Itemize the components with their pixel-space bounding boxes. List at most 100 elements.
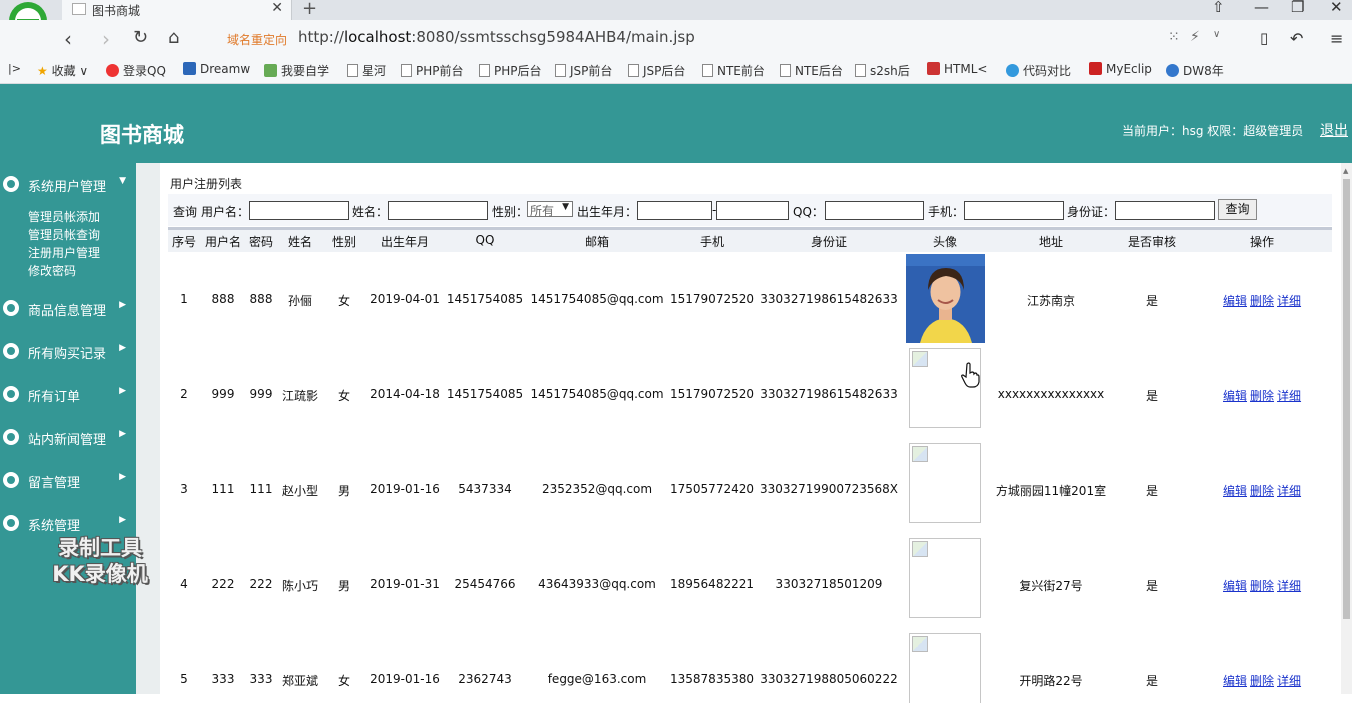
bookmark-jsp-front[interactable]: JSP前台: [555, 62, 612, 79]
cell-password: 333: [249, 672, 273, 686]
restore-icon[interactable]: ❐: [1291, 0, 1304, 16]
gender-select-value: 所有: [530, 204, 555, 218]
forward-icon[interactable]: ›: [102, 27, 110, 51]
delete-link[interactable]: 删除: [1250, 674, 1274, 688]
avatar-photo-row-1: [906, 254, 985, 343]
new-tab-icon[interactable]: +: [302, 0, 317, 19]
header-username: 用户名: [204, 235, 242, 249]
home-icon[interactable]: ⌂: [168, 27, 179, 48]
bookmark-favorites[interactable]: ★ 收藏 ∨: [37, 62, 88, 79]
reload-icon[interactable]: ↻: [133, 27, 148, 48]
bookmark-qq[interactable]: 登录QQ: [106, 62, 166, 79]
edit-link[interactable]: 编辑: [1223, 484, 1247, 498]
sidebar-item-system-users[interactable]: 系统用户管理 ▼: [0, 172, 136, 196]
back-icon[interactable]: ‹: [64, 27, 72, 51]
sidebar-item-orders[interactable]: 所有订单 ▶: [0, 382, 136, 406]
query-button[interactable]: 查询: [1218, 199, 1257, 220]
lightning-icon[interactable]: ⚡: [1190, 29, 1200, 45]
cell-idcard: 330327198805060222: [760, 672, 898, 686]
edit-link[interactable]: 编辑: [1223, 294, 1247, 308]
submenu-query-admin[interactable]: 管理员帐查询: [28, 226, 100, 243]
address-bar[interactable]: http://localhost:8080/ssmtsschsg5984AHB4…: [298, 28, 695, 46]
bookmark-php-front[interactable]: PHP前台: [401, 62, 464, 79]
chevron-down-icon[interactable]: ∨: [1213, 29, 1220, 40]
submenu-add-admin[interactable]: 管理员帐添加: [28, 208, 100, 225]
header-name: 姓名: [287, 235, 313, 249]
phone-label: 手机：: [928, 205, 965, 219]
cell-audited: 是: [1145, 294, 1159, 308]
header-address: 地址: [1038, 235, 1064, 249]
bookmark-nte-back[interactable]: NTE后台: [780, 62, 843, 79]
bookmark-dw8[interactable]: DW8年: [1166, 62, 1224, 79]
cell-gender: 女: [337, 294, 351, 308]
bookmark-code-compare[interactable]: 代码对比: [1006, 62, 1071, 79]
delete-link[interactable]: 删除: [1250, 294, 1274, 308]
browser-tab[interactable]: 图书商城 ✕: [62, 0, 292, 20]
cell-qq: 1451754085: [446, 292, 524, 306]
scroll-up-icon[interactable]: ▲: [1343, 167, 1348, 175]
delete-link[interactable]: 删除: [1250, 484, 1274, 498]
bookmark-nte-front[interactable]: NTE前台: [702, 62, 765, 79]
reader-icon[interactable]: ▯: [1260, 29, 1268, 47]
detail-link[interactable]: 详细: [1277, 484, 1301, 498]
phone-input[interactable]: [964, 201, 1064, 220]
cell-address: 江苏南京: [1026, 294, 1076, 308]
birth-end-input[interactable]: [716, 201, 789, 220]
broken-image-icon: [909, 633, 981, 703]
pin-icon[interactable]: ⇧: [1212, 0, 1225, 16]
close-window-icon[interactable]: ✕: [1330, 0, 1343, 16]
bookmark-self-study[interactable]: 我要自学: [264, 62, 329, 79]
sidebar-item-messages[interactable]: 留言管理 ▶: [0, 468, 136, 492]
bookmark-html[interactable]: HTML<: [927, 62, 987, 76]
bookmark-s2sh[interactable]: s2sh后: [855, 62, 910, 79]
detail-link[interactable]: 详细: [1277, 674, 1301, 688]
bookmark-php-back[interactable]: PHP后台: [479, 62, 542, 79]
tab-title: 图书商城: [92, 4, 141, 18]
gender-label: 性别：: [492, 205, 529, 219]
user-gear-icon: [3, 176, 19, 192]
bookmark-xinghe[interactable]: 星河: [347, 62, 386, 79]
username-input[interactable]: [249, 201, 349, 220]
bookmark-jsp-back[interactable]: JSP后台: [628, 62, 685, 79]
detail-link[interactable]: 详细: [1277, 294, 1301, 308]
detail-link[interactable]: 详细: [1277, 579, 1301, 593]
sidebar-item-purchases[interactable]: 所有购买记录 ▶: [0, 339, 136, 363]
detail-link[interactable]: 详细: [1277, 389, 1301, 403]
records-icon: [3, 343, 19, 359]
page-scrollbar[interactable]: ▲: [1341, 163, 1352, 694]
delete-link[interactable]: 删除: [1250, 389, 1274, 403]
broken-image-icon: [909, 538, 981, 618]
redirect-label[interactable]: 域名重定向: [227, 31, 287, 48]
scrollbar-thumb[interactable]: [1343, 179, 1350, 619]
submenu-change-password[interactable]: 修改密码: [28, 262, 76, 279]
cell-name: 郑亚斌: [281, 674, 319, 688]
sidebar-toggle-icon[interactable]: |>: [8, 62, 21, 75]
qq-input[interactable]: [825, 201, 924, 220]
logout-link[interactable]: 退出: [1320, 120, 1348, 140]
sidebar-item-goods[interactable]: 商品信息管理 ▶: [0, 296, 136, 320]
edit-link[interactable]: 编辑: [1223, 579, 1247, 593]
hand-cursor-icon: [961, 362, 980, 388]
broken-image-icon: [909, 348, 981, 428]
cell-address: xxxxxxxxxxxxxxx: [997, 387, 1105, 401]
bookmark-dreamweaver[interactable]: Dreamw: [183, 62, 250, 76]
birth-start-input[interactable]: [637, 201, 712, 220]
orders-icon: [3, 386, 19, 402]
undo-icon[interactable]: ↶: [1290, 29, 1303, 48]
idcard-input[interactable]: [1115, 201, 1215, 220]
edit-link[interactable]: 编辑: [1223, 389, 1247, 403]
menu-icon[interactable]: ≡: [1330, 29, 1343, 48]
apps-icon[interactable]: ⁙: [1168, 29, 1180, 45]
minimize-icon[interactable]: —: [1254, 0, 1269, 16]
sidebar-item-news[interactable]: 站内新闻管理 ▶: [0, 425, 136, 449]
sidebar-item-system[interactable]: 系统管理 ▶: [0, 511, 136, 535]
delete-link[interactable]: 删除: [1250, 579, 1274, 593]
chart-icon: [3, 515, 19, 531]
bookmark-myeclipse[interactable]: MyEclip: [1089, 62, 1152, 76]
close-tab-icon[interactable]: ✕: [271, 0, 283, 16]
query-label: 查询: [173, 205, 198, 219]
submenu-registered-users[interactable]: 注册用户管理: [28, 244, 100, 261]
gender-select[interactable]: 所有 ▼: [527, 201, 573, 218]
name-input[interactable]: [388, 201, 488, 220]
edit-link[interactable]: 编辑: [1223, 674, 1247, 688]
